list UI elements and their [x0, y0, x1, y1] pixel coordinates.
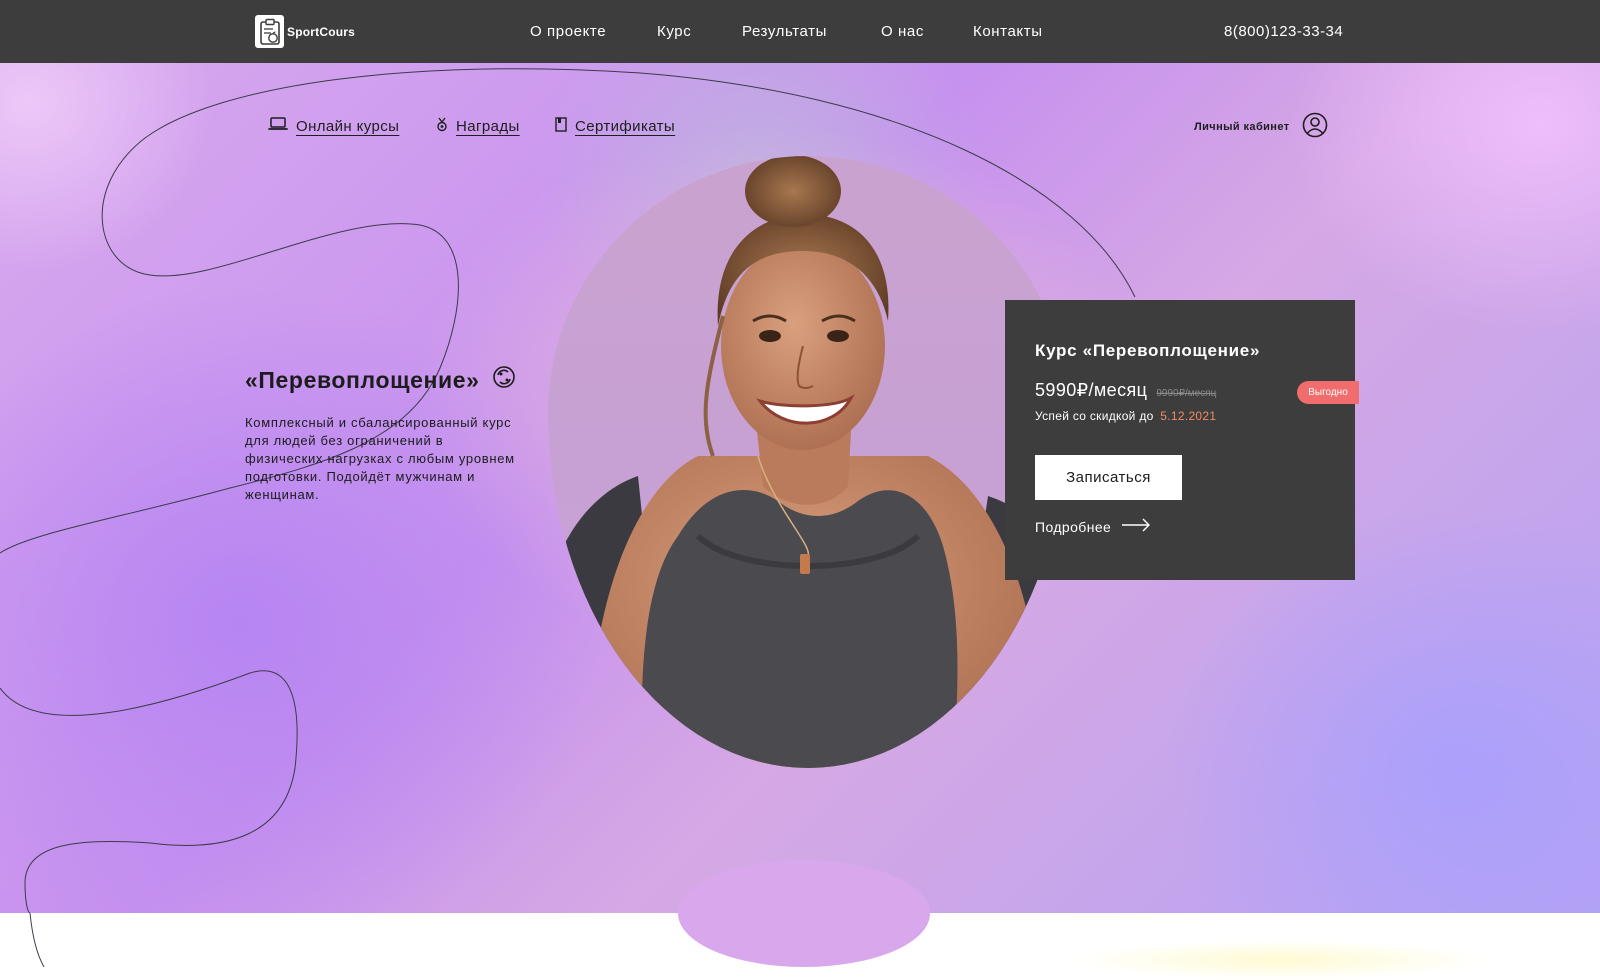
cabinet-label: Личный кабинет: [1194, 120, 1290, 133]
hero-title-text: «Перевоплощение»: [245, 366, 480, 393]
more-link[interactable]: Подробнее: [1035, 518, 1151, 535]
bottom-curve: [29, 913, 45, 967]
subnav-certificates[interactable]: Сертификаты: [555, 117, 675, 136]
subnav-label: Награды: [456, 118, 520, 135]
hero-section: Онлайн курсы Награды Сертификаты Личный …: [0, 63, 1600, 913]
user-circle-icon: [1290, 112, 1328, 141]
hero-title: «Перевоплощение»: [245, 365, 516, 395]
top-bar: SportCours О проекте Курс Результаты О н…: [0, 0, 1600, 63]
bottom-blob: [678, 860, 930, 967]
more-label: Подробнее: [1035, 518, 1112, 535]
discount-info: Успей со скидкой до 5.12.2021: [1035, 409, 1216, 423]
card-title: Курс «Перевоплощение»: [1035, 341, 1261, 360]
brand-name: SportCours: [287, 24, 355, 39]
bottom-glow: [1070, 940, 1490, 980]
course-card: Курс «Перевоплощение» 5990₽/месяц 9990₽/…: [1005, 300, 1359, 580]
old-price: 9990₽/месяц: [1156, 388, 1217, 399]
nav-item-about-project[interactable]: О проекте: [530, 23, 606, 40]
nav-item-results[interactable]: Результаты: [742, 23, 827, 40]
nav-item-contacts[interactable]: Контакты: [973, 23, 1043, 40]
arrow-right-icon: [1111, 518, 1151, 535]
phone-number[interactable]: 8(800)123-33-34: [1224, 23, 1343, 40]
clipboard-apple-icon: [255, 15, 284, 48]
recycle-icon: [480, 365, 516, 395]
enroll-button[interactable]: Записаться: [1035, 455, 1182, 500]
subnav-awards[interactable]: Награды: [436, 117, 520, 136]
personal-account-link[interactable]: Личный кабинет: [1194, 112, 1328, 141]
nav-item-about-us[interactable]: О нас: [881, 23, 924, 40]
laptop-icon: [268, 117, 288, 135]
discount-text: Успей со скидкой до: [1035, 409, 1154, 423]
certificate-icon: [555, 117, 567, 136]
nav-item-course[interactable]: Курс: [657, 23, 691, 40]
medal-icon: [436, 117, 448, 136]
subnav-online-courses[interactable]: Онлайн курсы: [268, 117, 399, 135]
current-price: 5990₽/месяц: [1035, 380, 1148, 400]
subnav-label: Онлайн курсы: [296, 117, 400, 135]
logo[interactable]: SportCours: [255, 15, 355, 48]
profit-badge: Выгодно: [1297, 381, 1359, 404]
price-row: 5990₽/месяц 9990₽/месяц: [1035, 380, 1216, 401]
subnav-label: Сертификаты: [575, 118, 676, 135]
hero-description: Комплексный и сбалансированный курс для …: [245, 415, 515, 502]
discount-date: 5.12.2021: [1160, 409, 1217, 423]
